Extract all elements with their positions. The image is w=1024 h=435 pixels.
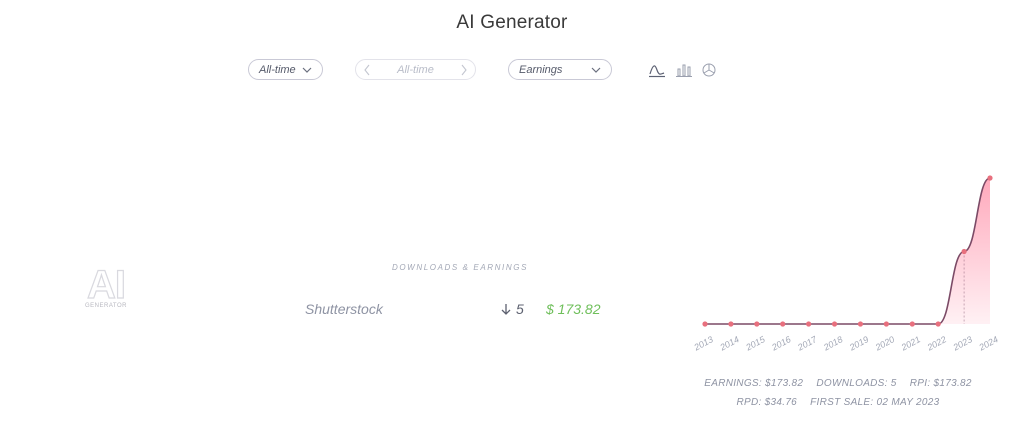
chart-point [935, 321, 941, 327]
chart-tick-label: 2020 [873, 334, 896, 353]
stat-earnings: EARNINGS: $173.82 [704, 378, 804, 389]
chart-tick-label: 2022 [925, 334, 948, 353]
stat-first-sale: FIRST SALE: 02 MAY 2023 [810, 397, 940, 408]
chart-tick-label: 2024 [977, 334, 1000, 353]
arrow-down-icon [501, 303, 511, 315]
chart-point [831, 321, 838, 327]
earnings-value: $ 173.82 [546, 301, 601, 317]
chevron-down-icon [591, 67, 601, 73]
chart-tick-label: 2013 [692, 334, 715, 353]
stat-rpi: RPI: $173.82 [909, 378, 972, 389]
chevron-left-icon[interactable] [362, 64, 372, 76]
metric-select[interactable]: Earnings [508, 59, 612, 80]
chart-tick-label: 2017 [795, 334, 819, 353]
ai-generator-logo: AI GENERATOR [80, 263, 132, 309]
line-chart-icon[interactable] [648, 62, 666, 78]
bar-chart-icon[interactable] [675, 62, 693, 78]
source-row: Shutterstock 5 $ 173.82 [300, 300, 620, 320]
chart-tick-label: 2014 [717, 334, 740, 353]
chart-tick-label: 2021 [899, 334, 922, 353]
downloads-value: 5 [516, 301, 524, 317]
page-title: AI Generator [456, 12, 568, 33]
chart-area [705, 178, 990, 324]
chart-tick-label: 2016 [769, 334, 792, 353]
stat-rpd: RPD: $34.76 [736, 397, 798, 408]
chart-point [961, 248, 967, 255]
chart-point [702, 321, 708, 327]
chart-point [754, 321, 760, 327]
earnings-chart: 2013 2014 2015 2016 2017 2018 2019 2020 2021 2022… [692, 175, 1000, 353]
chart-tick-label: 2015 [743, 334, 767, 353]
logo-mark: AI [86, 263, 126, 307]
pie-chart-icon[interactable] [700, 62, 718, 78]
chart-point [857, 321, 864, 327]
stat-downloads: DOWNLOADS: 5 [816, 378, 897, 389]
source-name: Shutterstock [305, 301, 383, 317]
chart-line [705, 177, 991, 325]
downloads-count: 5 [500, 301, 524, 317]
chart-point [806, 321, 812, 327]
chevron-right-icon[interactable] [459, 64, 469, 76]
chart-tick-label: 2018 [821, 334, 844, 353]
period-select-value: All-time [259, 63, 296, 76]
section-label: DOWNLOADS & EARNINGS [391, 263, 528, 272]
chart-point [883, 321, 889, 327]
range-value: All-time [397, 63, 434, 76]
metric-select-value: Earnings [519, 63, 563, 76]
period-select[interactable]: All-time [248, 59, 323, 80]
chart-point [728, 321, 734, 327]
chart-tick-label: 2023 [951, 334, 974, 353]
stats-line-2: RPD: $34.76 FIRST SALE: 02 MAY 2023 [680, 397, 996, 408]
chart-point [909, 321, 915, 327]
chart-tick-label: 2019 [847, 334, 870, 353]
chart-point [780, 321, 786, 327]
range-stepper[interactable]: All-time [355, 59, 476, 80]
chart-point [987, 175, 993, 181]
stats-line-1: EARNINGS: $173.82 DOWNLOADS: 5 RPI: $173… [680, 378, 996, 389]
logo-caption: GENERATOR [85, 303, 127, 309]
chevron-down-icon [302, 67, 312, 73]
